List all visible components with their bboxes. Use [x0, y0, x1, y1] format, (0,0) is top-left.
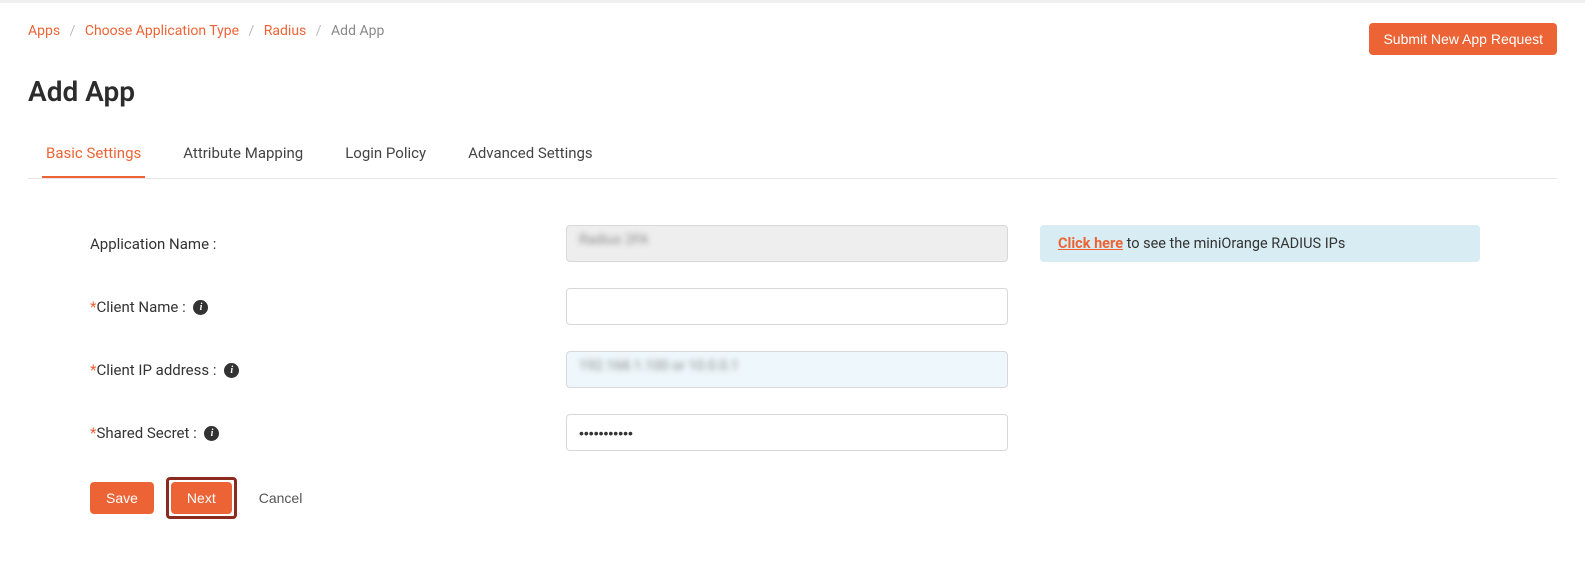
shared-secret-label: *Shared Secret : i [90, 424, 566, 442]
click-here-link[interactable]: Click here [1058, 235, 1123, 252]
save-button[interactable]: Save [90, 482, 154, 514]
breadcrumb-choose-type[interactable]: Choose Application Type [85, 23, 239, 39]
shared-secret-input[interactable] [566, 414, 1008, 451]
breadcrumb-radius[interactable]: Radius [264, 23, 307, 39]
application-name-value: Radius 2FA [579, 232, 649, 248]
submit-new-app-request-button[interactable]: Submit New App Request [1369, 23, 1557, 55]
client-ip-label: *Client IP address : i [90, 361, 566, 379]
next-button[interactable]: Next [171, 482, 232, 514]
client-name-input[interactable] [566, 288, 1008, 325]
radius-ips-info-text: to see the miniOrange RADIUS IPs [1123, 235, 1345, 252]
breadcrumb: Apps / Choose Application Type / Radius … [28, 23, 384, 39]
client-ip-value: 192.168.1.100 or 10.0.0.1 [579, 358, 739, 374]
info-icon[interactable]: i [193, 300, 208, 315]
info-icon[interactable]: i [204, 426, 219, 441]
cancel-button[interactable]: Cancel [249, 482, 313, 514]
tab-login-policy[interactable]: Login Policy [341, 132, 430, 178]
info-icon[interactable]: i [224, 363, 239, 378]
tab-basic-settings[interactable]: Basic Settings [42, 132, 145, 178]
breadcrumb-separator: / [70, 23, 76, 39]
radius-ips-info-box: Click here to see the miniOrange RADIUS … [1040, 225, 1480, 262]
client-name-label: *Client Name : i [90, 298, 566, 316]
client-ip-input[interactable]: 192.168.1.100 or 10.0.0.1 [566, 351, 1008, 388]
breadcrumb-separator: / [249, 23, 255, 39]
tab-attribute-mapping[interactable]: Attribute Mapping [179, 132, 307, 178]
tab-advanced-settings[interactable]: Advanced Settings [464, 132, 597, 178]
tabs: Basic Settings Attribute Mapping Login P… [28, 132, 1557, 179]
breadcrumb-separator: / [316, 23, 322, 39]
breadcrumb-current: Add App [331, 23, 384, 39]
next-button-highlight: Next [166, 477, 237, 519]
breadcrumb-apps[interactable]: Apps [28, 23, 60, 39]
page-title: Add App [0, 75, 1585, 132]
application-name-field: Radius 2FA [566, 225, 1008, 262]
application-name-label: Application Name : [90, 235, 566, 253]
